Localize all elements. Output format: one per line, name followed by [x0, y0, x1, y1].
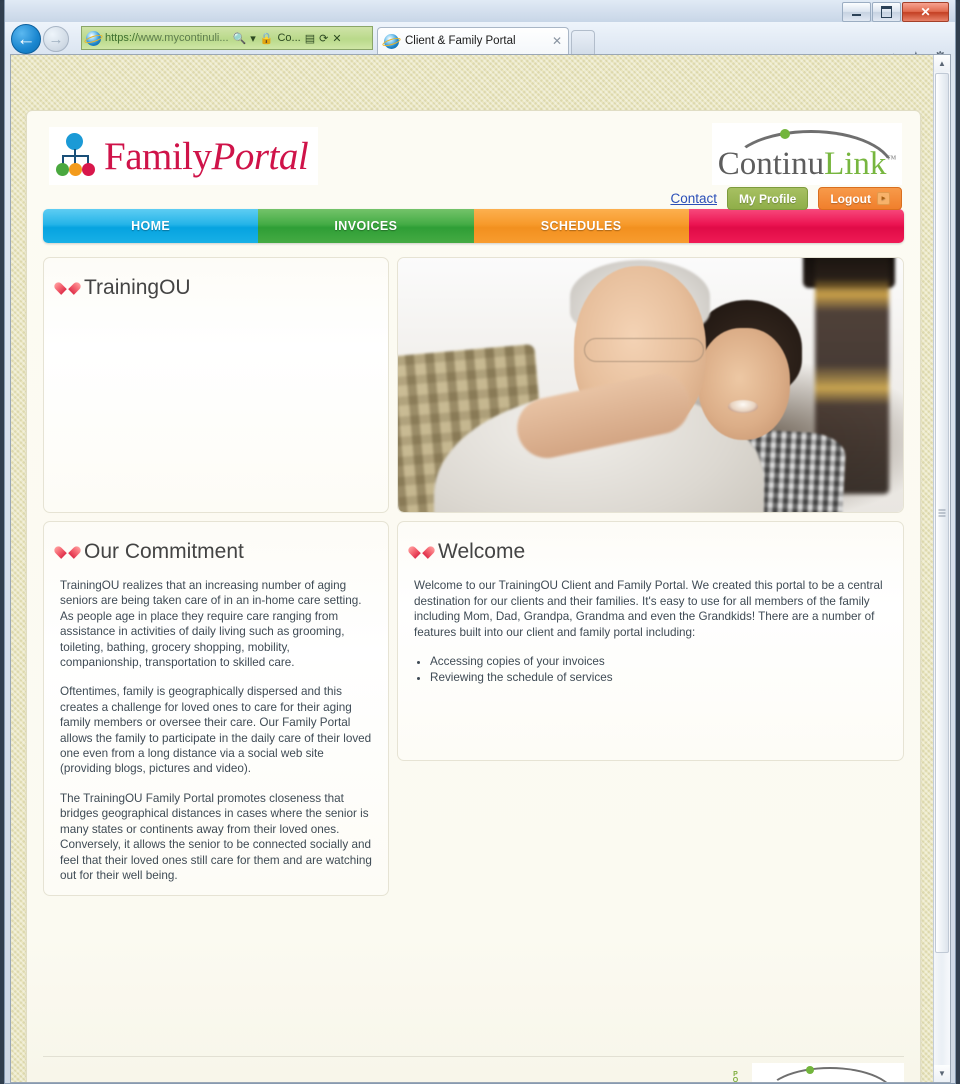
welcome-feature-list: Accessing copies of your invoices Review…: [414, 654, 887, 685]
tab-title: Client & Family Portal: [405, 35, 516, 47]
nav-item-invoices[interactable]: INVOICES: [258, 209, 474, 243]
powered-by-continulink[interactable]: POWERED BY ContinuLink™: [43, 1063, 904, 1082]
page-viewport: FamilyPortal ContinuLink™ Contact My Pro…: [10, 54, 951, 1083]
nav-item-empty[interactable]: [688, 209, 904, 243]
powered-by-text: POWERED BY: [732, 1071, 748, 1082]
family-portal-logo[interactable]: FamilyPortal: [49, 127, 319, 185]
commitment-paragraph-2: Oftentimes, family is geographically dis…: [60, 685, 372, 776]
trademark-symbol: ™: [886, 154, 897, 165]
nav-item-home[interactable]: HOME: [43, 209, 259, 243]
search-icon[interactable]: 🔍: [233, 32, 247, 45]
refresh-icon[interactable]: ⟳: [319, 32, 328, 45]
family-tree-icon: [55, 133, 95, 179]
content-row-bottom: Our Commitment TrainingOU realizes that …: [43, 521, 904, 896]
logo-word-family: Family: [104, 134, 212, 178]
green-dot-icon: [780, 129, 790, 139]
content-row-top: TrainingOU: [43, 257, 904, 513]
hero-photo-card: [397, 257, 904, 513]
logo-word-portal: Portal: [211, 134, 309, 178]
powered-label: POWERED: [732, 1071, 739, 1082]
browser-window: ✕ ← → https://www.mycontinuli... 🔍 ▾ 🔒 C…: [4, 0, 956, 1084]
maximize-restore-button[interactable]: [872, 2, 901, 22]
continulink-logo[interactable]: ContinuLink™: [712, 123, 902, 185]
main-navigation: HOME INVOICES SCHEDULES: [43, 209, 904, 243]
chevron-down-icon[interactable]: ▾: [250, 32, 256, 45]
commitment-card-header: Our Commitment: [60, 540, 372, 564]
vertical-scrollbar[interactable]: ▲ ▼: [933, 55, 950, 1082]
footer-divider: [43, 1056, 904, 1057]
scrollbar-thumb[interactable]: [935, 73, 949, 953]
scroll-down-button[interactable]: ▼: [934, 1065, 950, 1082]
our-commitment-card: Our Commitment TrainingOU realizes that …: [43, 521, 389, 896]
heart-icon: [60, 280, 75, 294]
heart-icon: [414, 544, 429, 558]
close-tab-icon[interactable]: ✕: [552, 34, 562, 48]
minimize-button[interactable]: [842, 2, 871, 22]
footer-brand-link: Link: [842, 1078, 893, 1082]
family-portal-wordmark: FamilyPortal: [104, 134, 309, 179]
welcome-card-header: Welcome: [414, 540, 887, 564]
my-profile-label: My Profile: [738, 191, 797, 206]
logout-button[interactable]: Logout ▸: [818, 187, 902, 210]
back-button[interactable]: ←: [11, 24, 41, 54]
address-url: https://www.mycontinuli...: [105, 32, 229, 44]
footer-brand-wordmark: ContinuLink™: [752, 1078, 904, 1082]
tab-favicon-icon: [384, 33, 399, 49]
brand-word-continu: Continu: [717, 146, 825, 182]
green-dot-icon: [806, 1066, 814, 1074]
internet-explorer-icon: [86, 30, 101, 46]
certificate-label: Co...: [277, 32, 301, 44]
my-profile-button[interactable]: My Profile: [726, 187, 809, 210]
scroll-up-button[interactable]: ▲: [934, 55, 950, 72]
welcome-card: Welcome Welcome to our TrainingOU Client…: [397, 521, 904, 761]
organization-card-header: TrainingOU: [60, 276, 372, 300]
nav-item-schedules[interactable]: SCHEDULES: [473, 209, 689, 243]
footer-brand-continu: Continu: [755, 1078, 842, 1082]
logout-label: Logout: [830, 191, 871, 206]
address-bar[interactable]: https://www.mycontinuli... 🔍 ▾ 🔒 Co... ▤…: [81, 26, 373, 50]
account-bar: Contact My Profile Logout ▸: [670, 187, 902, 210]
window-controls: ✕: [842, 2, 949, 22]
organization-name: TrainingOU: [84, 276, 191, 299]
stop-icon[interactable]: ✕: [332, 32, 341, 45]
commitment-title: Our Commitment: [84, 540, 244, 563]
continulink-wordmark: ContinuLink™: [714, 146, 900, 183]
browser-toolbar: ← → https://www.mycontinuli... 🔍 ▾ 🔒 Co.…: [5, 22, 955, 65]
page-container: FamilyPortal ContinuLink™ Contact My Pro…: [26, 110, 921, 1082]
browser-tab[interactable]: Client & Family Portal ✕: [377, 27, 569, 54]
list-item: Accessing copies of your invoices: [430, 654, 887, 670]
arrow-right-icon: ▸: [877, 192, 890, 205]
site-footer: POWERED BY ContinuLink™: [43, 1056, 904, 1082]
welcome-intro-text: Welcome to our TrainingOU Client and Fam…: [414, 579, 883, 639]
scrollbar-grip-icon: [938, 509, 946, 517]
commitment-paragraph-3: The TrainingOU Family Portal promotes cl…: [60, 791, 372, 882]
title-bar: ✕: [5, 0, 955, 22]
footer-continulink-logo: ContinuLink™: [752, 1063, 904, 1082]
content-area: TrainingOU Our Commitment TrainingOU rea…: [43, 257, 904, 896]
commitment-paragraph-1: TrainingOU realizes that an increasing n…: [60, 579, 362, 670]
heart-icon: [60, 544, 75, 558]
close-window-button[interactable]: ✕: [902, 2, 949, 22]
contact-link[interactable]: Contact: [670, 191, 717, 206]
forward-button[interactable]: →: [43, 26, 69, 52]
grandfather-and-boy-photo: [398, 258, 903, 512]
welcome-title: Welcome: [438, 540, 526, 563]
compatibility-view-icon[interactable]: ▤: [305, 32, 315, 45]
lock-icon: 🔒: [259, 32, 274, 45]
new-tab-button[interactable]: [571, 30, 595, 55]
list-item: Reviewing the schedule of services: [430, 670, 887, 686]
brand-word-link: Link: [824, 146, 887, 182]
organization-card: TrainingOU: [43, 257, 389, 513]
site-header: FamilyPortal ContinuLink™ Contact My Pro…: [27, 111, 920, 210]
